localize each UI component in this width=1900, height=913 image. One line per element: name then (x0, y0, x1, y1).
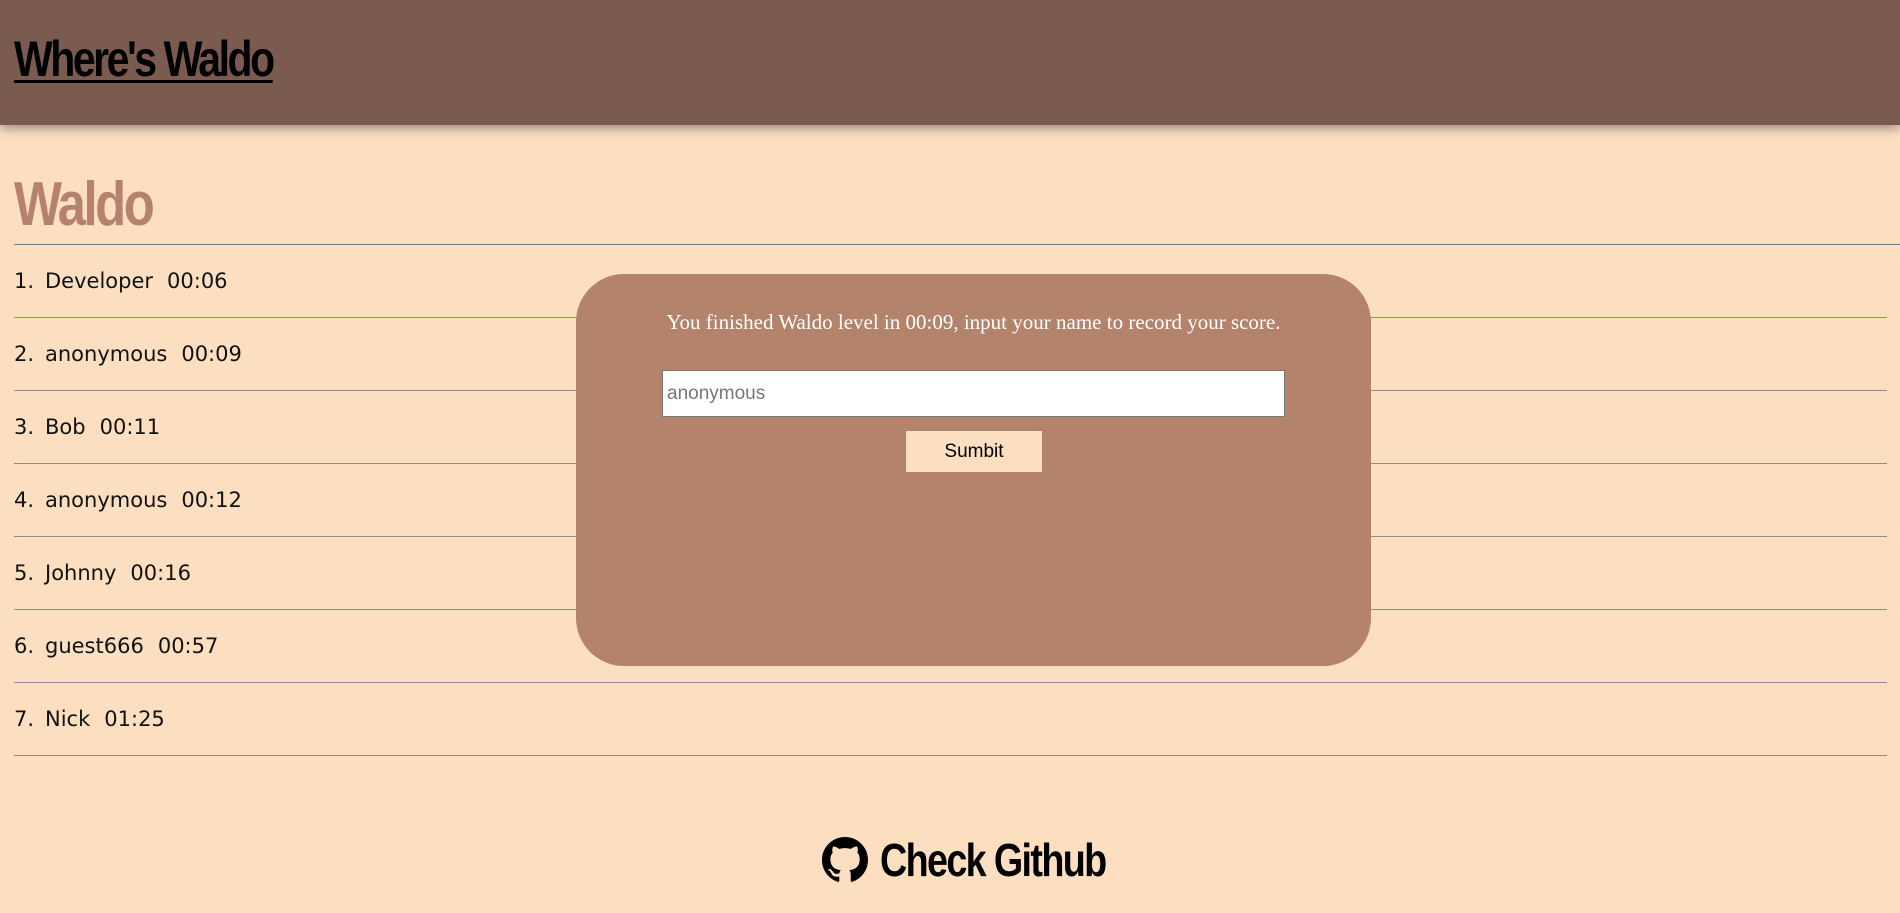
player-time: 00:09 (181, 342, 242, 366)
player-time: 01:25 (104, 707, 165, 731)
leaderboard-row: 7. Nick 01:25 (14, 683, 1887, 756)
player-name: Nick (45, 707, 91, 731)
modal-message: You finished Waldo level in 00:09, input… (666, 310, 1281, 334)
player-time: 00:57 (157, 634, 219, 658)
github-icon (822, 837, 868, 882)
rank-number: 5. (14, 561, 35, 585)
github-link[interactable]: Check Github (822, 830, 1155, 890)
page-title: Waldo (14, 170, 155, 239)
player-time: 00:12 (181, 488, 242, 512)
player-time: 00:11 (99, 415, 161, 439)
rank-number: 1. (14, 269, 35, 293)
github-link-label: Check Github (880, 834, 1107, 886)
app-title-link[interactable]: Where's Waldo (14, 30, 275, 88)
player-name: anonymous (45, 342, 168, 366)
player-time: 00:16 (130, 561, 191, 585)
player-time: 00:06 (167, 269, 228, 293)
app-header: Where's Waldo (0, 0, 1900, 125)
rank-number: 7. (14, 707, 35, 731)
player-name: Johnny (45, 561, 117, 585)
player-name: Bob (45, 415, 86, 439)
player-name-input[interactable] (662, 370, 1285, 417)
player-name: Developer (45, 269, 154, 293)
rank-number: 6. (14, 634, 35, 658)
rank-number: 3. (14, 415, 35, 439)
rank-number: 2. (14, 342, 35, 366)
submit-button[interactable]: Sumbit (906, 431, 1042, 472)
player-name: guest666 (45, 634, 144, 658)
score-submit-modal: You finished Waldo level in 00:09, input… (576, 274, 1371, 666)
player-name: anonymous (45, 488, 168, 512)
rank-number: 4. (14, 488, 35, 512)
